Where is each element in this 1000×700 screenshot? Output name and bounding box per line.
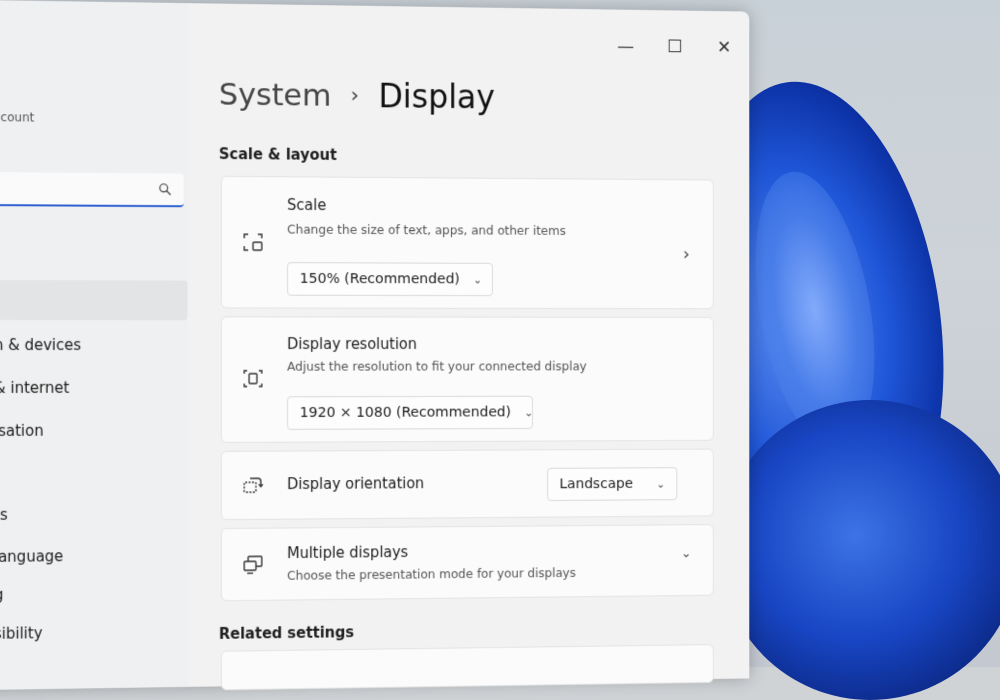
scale-icon xyxy=(241,230,264,254)
section-scale-layout: Scale & layout xyxy=(219,145,337,164)
sidebar-item-personalisation[interactable]: isation xyxy=(0,422,44,440)
chevron-right-icon[interactable]: › xyxy=(683,244,690,264)
sidebar-item-selected[interactable] xyxy=(0,280,188,320)
scale-description: Change the size of text, apps, and other… xyxy=(287,222,566,238)
sidebar-item-bluetooth-devices[interactable]: n & devices xyxy=(0,336,81,354)
chevron-down-icon: ⌄ xyxy=(460,273,482,286)
page-title: Display xyxy=(378,77,495,117)
scale-dropdown[interactable]: 150% (Recommended) ⌄ xyxy=(287,262,493,296)
display-orientation-card: Display orientation Landscape ⌄ xyxy=(221,449,714,521)
display-resolution-card: Display resolution Adjust the resolution… xyxy=(221,316,714,443)
breadcrumb-parent[interactable]: System xyxy=(219,76,331,113)
scale-value: 150% (Recommended) xyxy=(300,271,460,287)
wallpaper-bloom xyxy=(720,400,1000,700)
multiple-displays-title: Multiple displays xyxy=(287,543,408,562)
scale-title: Scale xyxy=(287,196,326,214)
section-related-settings: Related settings xyxy=(219,623,354,642)
sidebar: ccount n & devices & internet isation ts… xyxy=(0,0,188,690)
resolution-title: Display resolution xyxy=(287,335,417,353)
sidebar-item-gaming[interactable]: g xyxy=(0,586,3,604)
chevron-down-icon[interactable]: ⌄ xyxy=(681,547,691,562)
resolution-icon xyxy=(241,367,264,391)
breadcrumb-separator-icon: › xyxy=(351,83,360,108)
account-label: ccount xyxy=(0,110,34,124)
orientation-dropdown[interactable]: Landscape ⌄ xyxy=(547,467,677,501)
multiple-displays-card[interactable]: Multiple displays Choose the presentatio… xyxy=(221,524,714,601)
sidebar-item-accessibility[interactable]: sibility xyxy=(0,624,42,643)
sidebar-item-accounts[interactable]: ts xyxy=(0,506,8,524)
main-content: System › Display Scale & layout Scale Ch… xyxy=(197,3,732,686)
related-settings-card[interactable] xyxy=(221,644,714,690)
search-icon xyxy=(158,182,172,196)
resolution-description: Adjust the resolution to fit your connec… xyxy=(287,359,587,374)
resolution-value: 1920 × 1080 (Recommended) xyxy=(300,405,511,421)
breadcrumb: System › Display xyxy=(219,75,495,116)
chevron-down-icon: ⌄ xyxy=(643,477,665,490)
sidebar-item-time-language[interactable]: language xyxy=(0,547,63,566)
chevron-down-icon: ⌄ xyxy=(511,406,533,419)
orientation-value: Landscape xyxy=(559,476,633,492)
settings-window: ccount n & devices & internet isation ts… xyxy=(0,0,749,690)
orientation-title: Display orientation xyxy=(287,474,424,493)
search-input[interactable] xyxy=(0,172,184,207)
multiple-displays-icon xyxy=(241,552,264,576)
multiple-displays-description: Choose the presentation mode for your di… xyxy=(287,565,576,583)
orientation-icon xyxy=(241,473,264,497)
sidebar-item-network-internet[interactable]: & internet xyxy=(0,379,69,397)
resolution-dropdown[interactable]: 1920 × 1080 (Recommended) ⌄ xyxy=(287,396,533,430)
scale-card[interactable]: Scale Change the size of text, apps, and… xyxy=(221,176,714,309)
